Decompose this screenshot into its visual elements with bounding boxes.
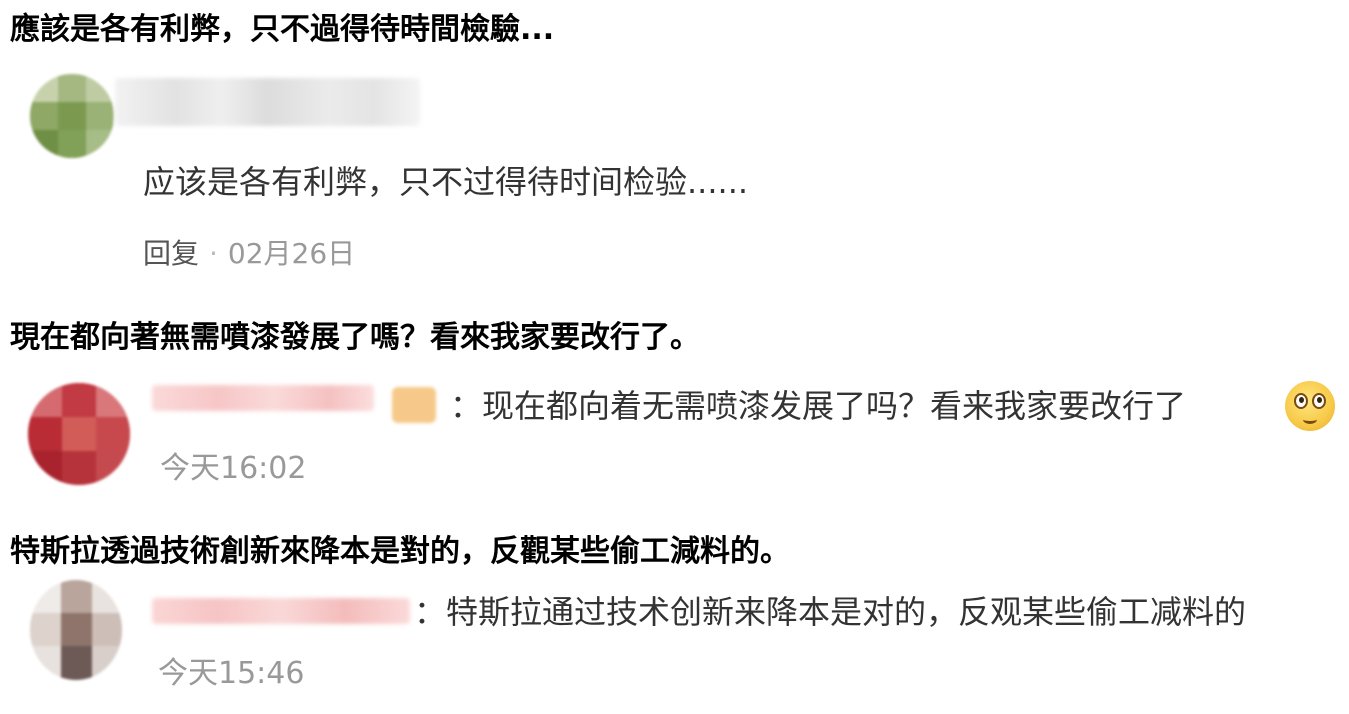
username-blurred-1[interactable] xyxy=(115,78,420,126)
caption-2: 現在都向著無需噴漆發展了嗎？看來我家要改行了。 xyxy=(10,320,700,355)
comment-text-1: 应该是各有利弊，只不过得待时间检验...... xyxy=(143,163,749,201)
comment-time-3: 今天15:46 xyxy=(158,656,305,691)
comment-card-1: 应该是各有利弊，只不过得待时间检验...... 回复 · 02月26日 xyxy=(0,58,1349,288)
caption-1: 應該是各有利弊，只不過得待時間檢驗... xyxy=(10,12,555,47)
caption-3: 特斯拉透過技術創新來降本是對的，反觀某些偷工減料的。 xyxy=(10,534,790,569)
user-badge-icon xyxy=(392,387,436,423)
user-avatar-3[interactable] xyxy=(30,580,122,680)
comment-text-3: ：特斯拉通过技术创新来降本是对的，反观某些偷工减料的 xyxy=(414,592,1246,632)
user-avatar-2[interactable] xyxy=(28,383,130,485)
comment-card-2: ：现在都向着无需喷漆发展了吗？看来我家要改行了 今天16:02 xyxy=(0,365,1349,500)
user-avatar-1[interactable] xyxy=(30,74,114,158)
rolling-eyes-emoji-icon xyxy=(1285,381,1335,431)
comment-card-3: ：特斯拉通过技术创新来降本是对的，反观某些偷工减料的 今天15:46 xyxy=(0,580,1349,714)
comment-body-2: 现在都向着无需喷漆发展了吗？看来我家要改行了 xyxy=(482,387,1187,425)
comment-date: 02月26日 xyxy=(227,237,356,270)
comment-body-3: 特斯拉通过技术创新来降本是对的，反观某些偷工减料的 xyxy=(446,593,1247,631)
comment-prefix: ： xyxy=(450,387,483,425)
meta-separator: · xyxy=(209,237,218,270)
comment-prefix: ： xyxy=(414,593,447,631)
comment-time-2: 今天16:02 xyxy=(160,451,307,486)
reply-button[interactable]: 回复 xyxy=(143,237,199,270)
username-blurred-3[interactable] xyxy=(152,598,410,624)
username-blurred-2[interactable] xyxy=(152,385,374,411)
comment-text-2: ：现在都向着无需喷漆发展了吗？看来我家要改行了 xyxy=(450,386,1186,426)
comment-meta-1: 回复 · 02月26日 xyxy=(143,236,355,272)
